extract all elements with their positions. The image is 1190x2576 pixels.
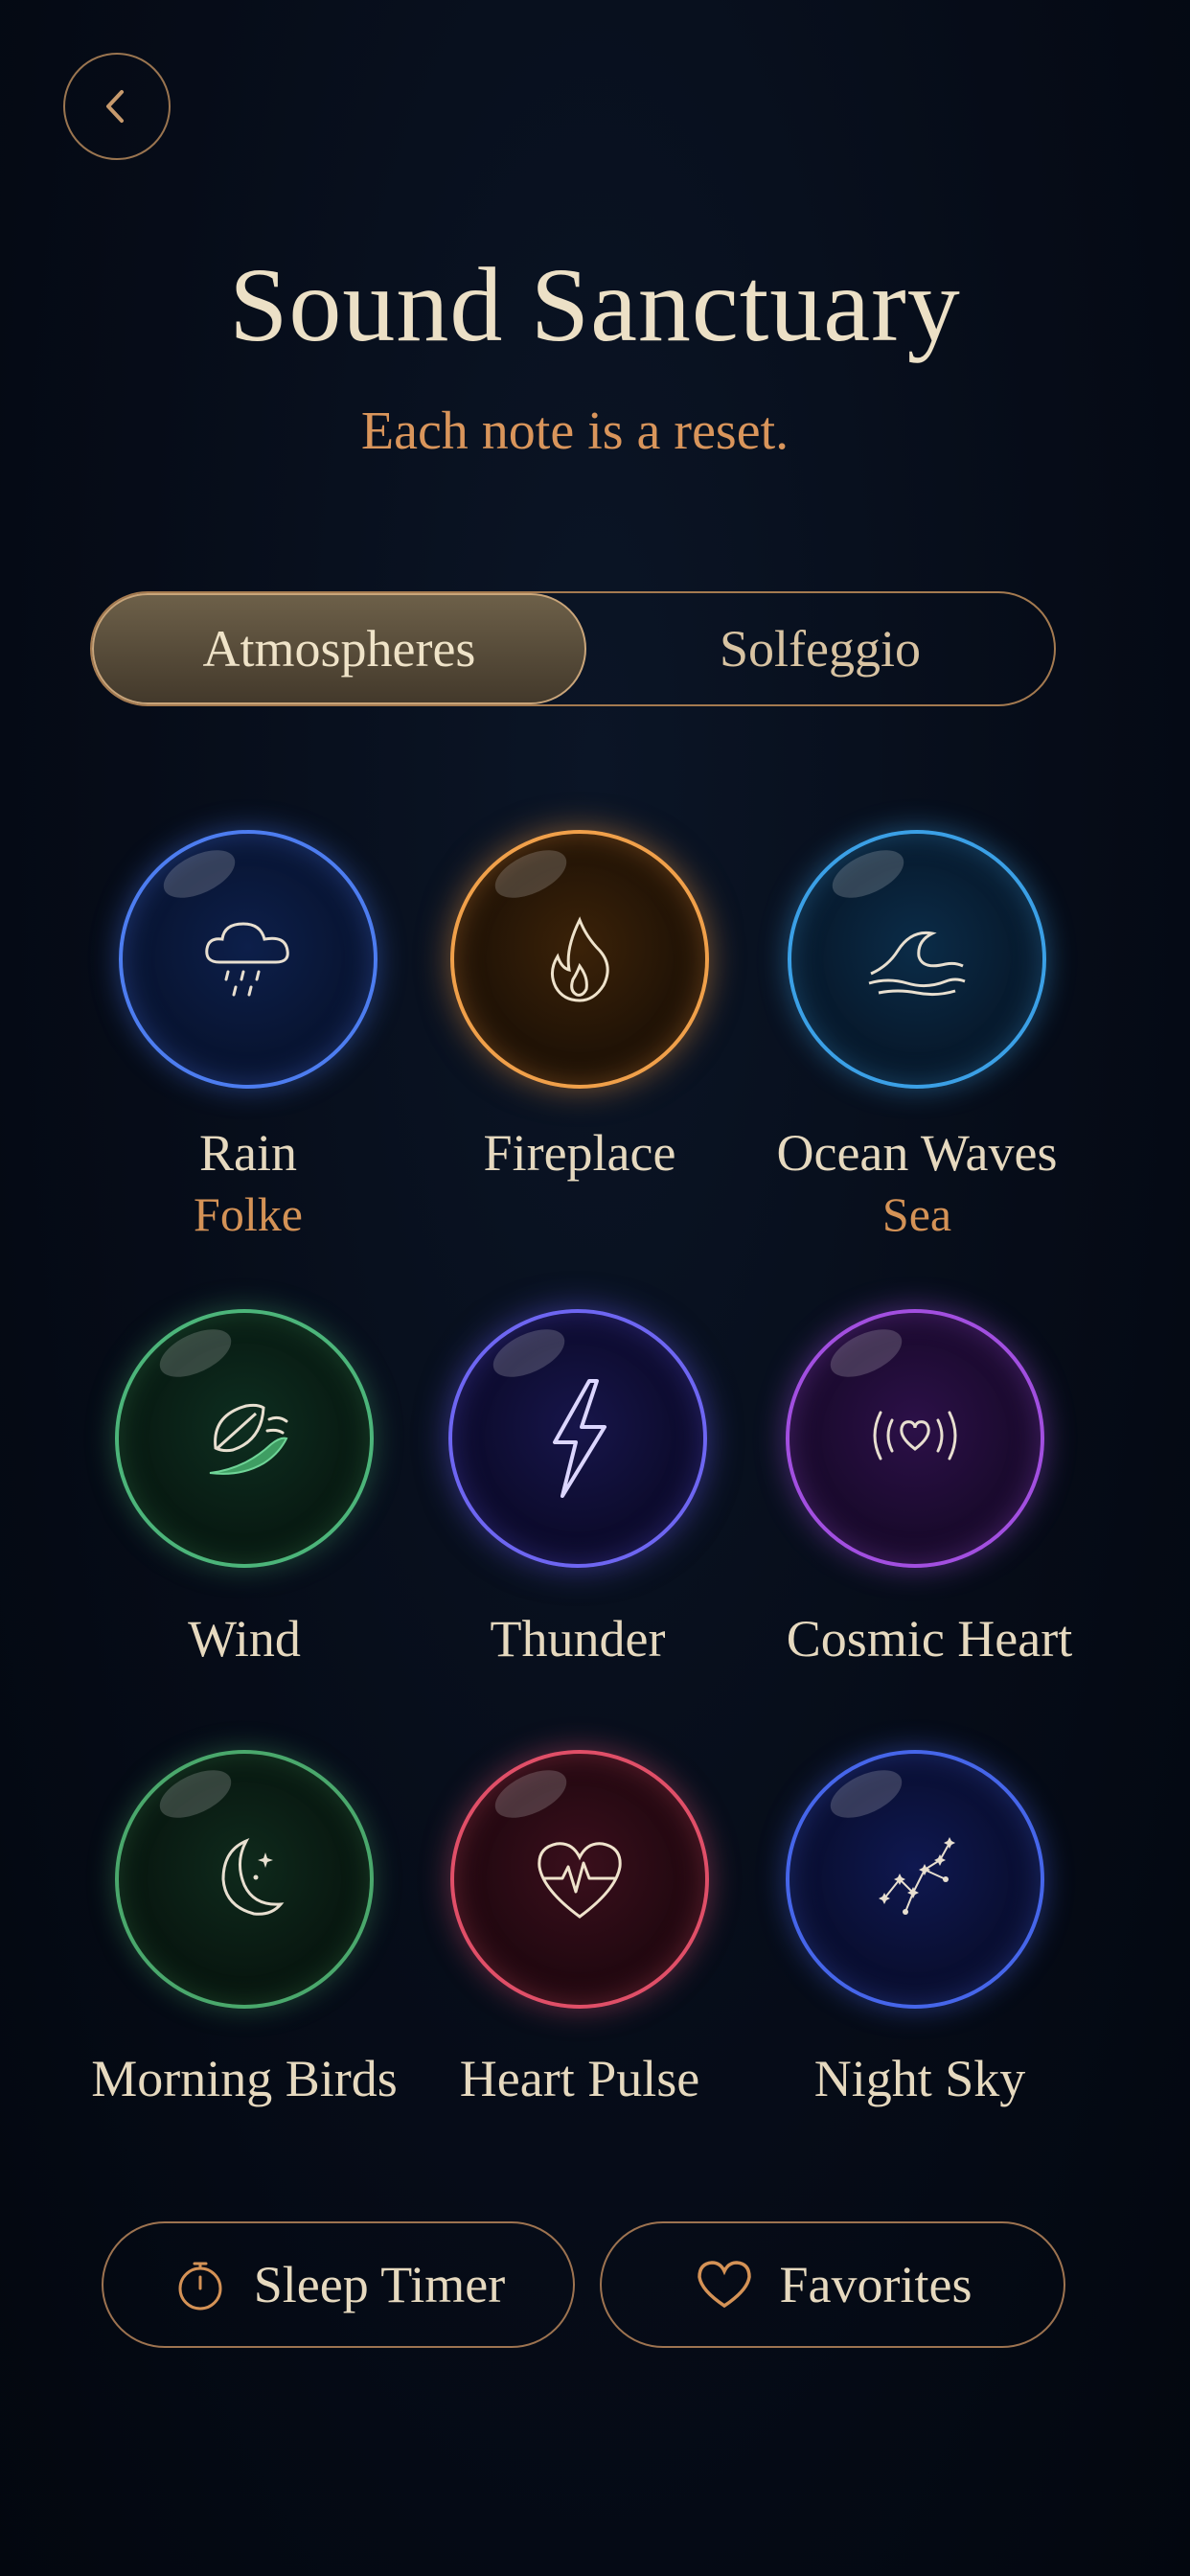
timer-icon: [178, 2262, 222, 2311]
page-title: Sound Sanctuary: [229, 246, 961, 363]
sound-label-morning-birds: Morning Birds: [91, 2050, 398, 2107]
orb-wind[interactable]: [115, 1309, 374, 1568]
tab-solfeggio[interactable]: Solfeggio: [586, 593, 1054, 704]
sleep-timer-button[interactable]: Sleep Timer: [102, 2221, 575, 2348]
constellation-icon: [879, 1837, 955, 1915]
sleep-timer-label: Sleep Timer: [253, 2256, 506, 2313]
orb-rain[interactable]: [119, 830, 378, 1089]
leaf-wind-icon: [209, 1403, 288, 1475]
chevron-left-icon: [106, 90, 124, 123]
sound-label-wind: Wind: [188, 1610, 301, 1668]
moon-stars-icon: [221, 1837, 285, 1916]
heart-icon: [697, 2261, 751, 2309]
favorites-label: Favorites: [779, 2256, 973, 2313]
sound-label-cosmic-heart: Cosmic Heart: [786, 1610, 1073, 1668]
back-button[interactable]: [63, 53, 171, 160]
heart-signal-icon: [873, 1411, 957, 1460]
tab-atmospheres[interactable]: Atmospheres: [92, 593, 586, 704]
page-subtitle: Each note is a reset.: [360, 402, 790, 461]
sound-label-heart-pulse: Heart Pulse: [459, 2050, 700, 2107]
sound-label-fireplace: Fireplace: [483, 1124, 676, 1182]
orb-morning-birds[interactable]: [115, 1750, 374, 2009]
favorites-button[interactable]: Favorites: [600, 2221, 1065, 2348]
orb-cosmic-heart[interactable]: [786, 1309, 1044, 1568]
sound-label-thunder: Thunder: [490, 1610, 666, 1668]
heartbeat-icon: [538, 1842, 622, 1919]
sound-label-night-sky: Night Sky: [813, 2050, 1026, 2107]
sound-label-rain: Rain: [199, 1124, 297, 1182]
orb-thunder[interactable]: [448, 1309, 707, 1568]
orb-night-sky[interactable]: [786, 1750, 1044, 2009]
orb-fireplace[interactable]: [450, 830, 709, 1089]
flame-icon: [551, 916, 609, 1002]
lightning-icon: [553, 1379, 606, 1498]
orb-heart-pulse[interactable]: [450, 1750, 709, 2009]
orb-ocean-waves[interactable]: [788, 830, 1046, 1089]
rain-cloud-icon: [205, 922, 289, 997]
wave-icon: [868, 931, 966, 997]
tab-switcher: Atmospheres Solfeggio: [90, 591, 1056, 706]
sound-label-ocean-waves: Ocean Waves: [776, 1124, 1058, 1182]
sound-sublabel-rain: Folke: [194, 1187, 303, 1241]
sound-sublabel-ocean-waves: Sea: [881, 1187, 952, 1241]
